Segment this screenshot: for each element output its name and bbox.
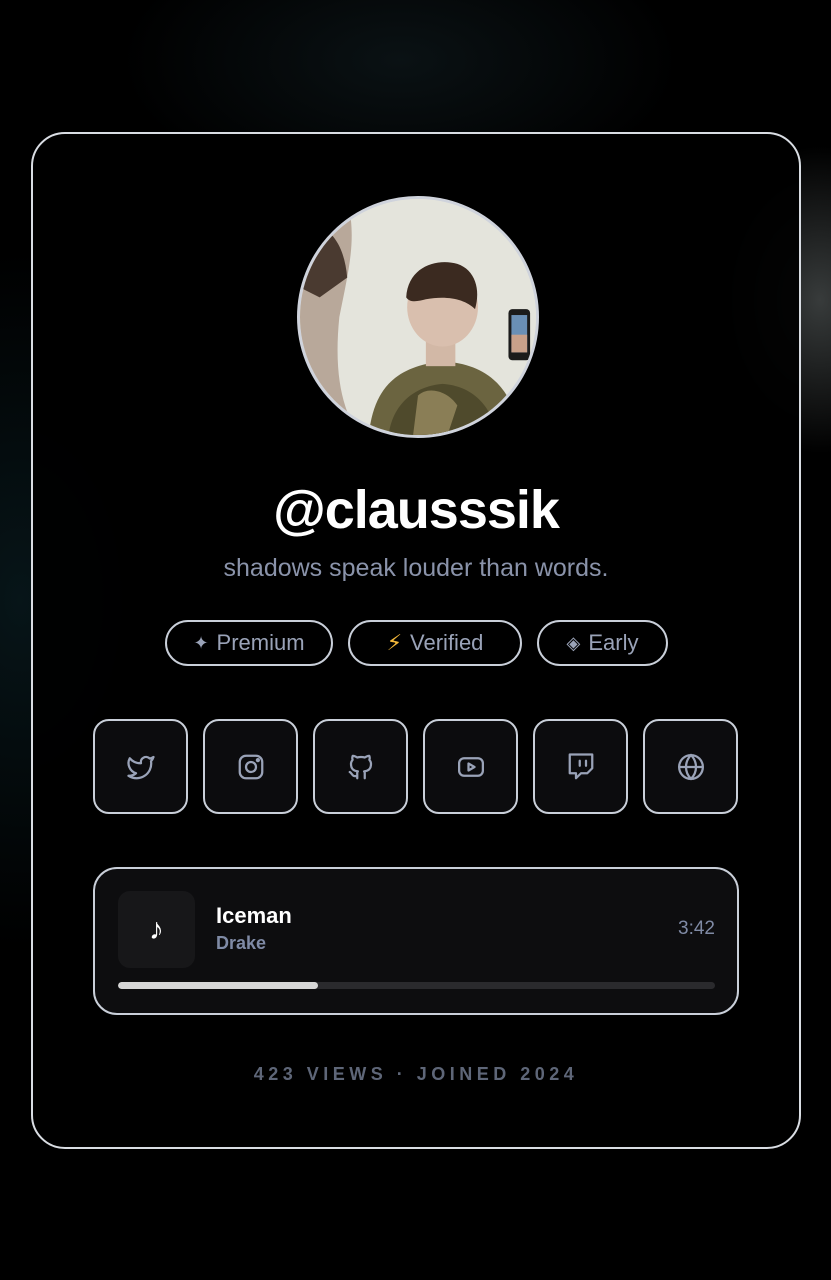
username: @clausssik <box>273 480 560 540</box>
progress-fill <box>118 982 318 989</box>
github-icon <box>348 754 372 779</box>
music-note-icon: ♪ <box>118 891 195 968</box>
badge-label: Early <box>588 630 639 655</box>
avatar <box>297 196 539 438</box>
diamond-icon: ◈ <box>566 632 581 653</box>
globe-icon <box>677 753 704 780</box>
profile-stats: 423 VIEWS · JOINED 2024 <box>253 1064 579 1084</box>
avatar-photo <box>300 199 536 435</box>
twitter-button[interactable] <box>93 719 188 814</box>
twitch-button[interactable] <box>533 719 628 814</box>
youtube-button[interactable] <box>423 719 518 814</box>
track-duration: 3:42 <box>678 918 715 939</box>
badge-premium[interactable]: ✦ Premium <box>165 620 333 666</box>
profile-card: @clausssik shadows speak louder than wor… <box>31 132 801 1149</box>
twitch-icon <box>568 752 593 779</box>
github-button[interactable] <box>313 719 408 814</box>
progress-bar[interactable] <box>118 982 715 989</box>
badge-verified[interactable]: ⚡ Verified <box>348 620 522 666</box>
youtube-icon <box>457 756 484 777</box>
track-title: Iceman <box>216 903 292 928</box>
instagram-icon <box>238 754 263 779</box>
website-button[interactable] <box>643 719 738 814</box>
badge-label: Verified <box>410 630 484 655</box>
instagram-button[interactable] <box>203 719 298 814</box>
lightning-icon: ⚡ <box>386 630 403 655</box>
bio: shadows speak louder than words. <box>223 554 609 582</box>
twitter-icon <box>126 755 155 779</box>
sparkle-icon: ✦ <box>193 632 209 653</box>
badge-label: Premium <box>216 630 305 655</box>
music-player[interactable]: ♪ Iceman Drake 3:42 <box>93 867 739 1015</box>
track-artist: Drake <box>216 933 267 953</box>
badge-early[interactable]: ◈ Early <box>537 620 668 666</box>
